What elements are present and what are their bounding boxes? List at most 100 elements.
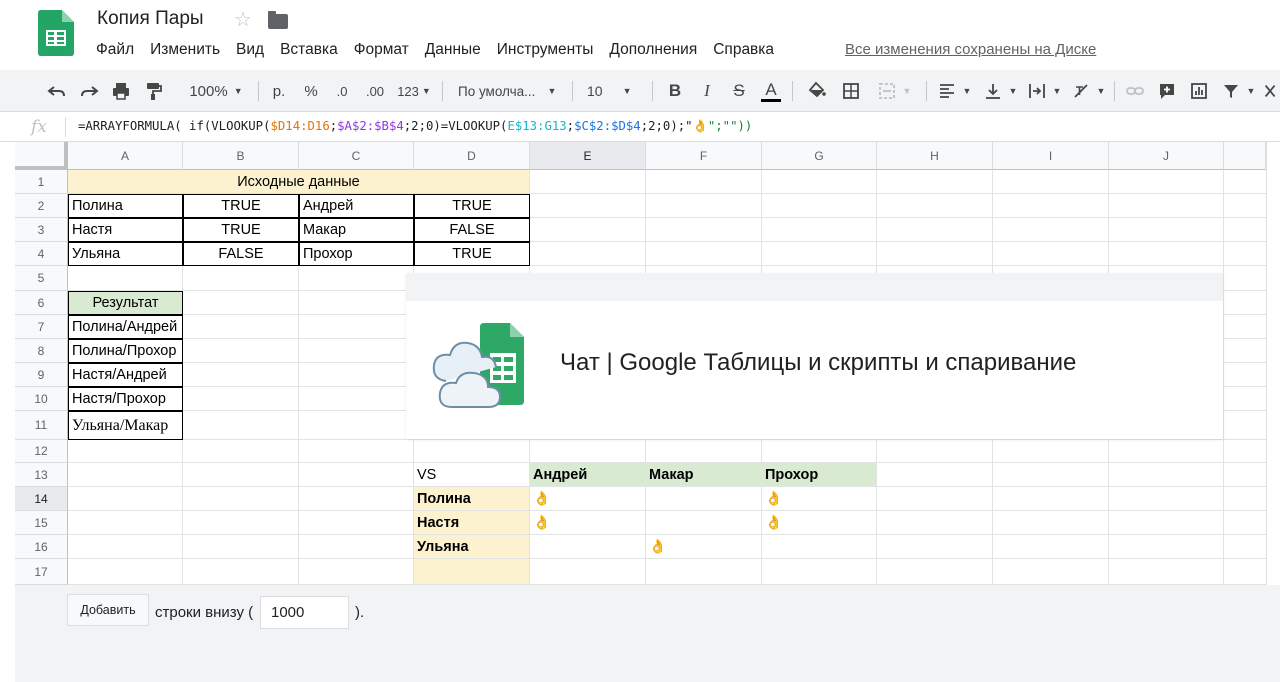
row-header-13[interactable]: 13 (15, 463, 68, 487)
grid-cell[interactable] (877, 194, 993, 218)
star-icon[interactable]: ☆ (234, 7, 252, 32)
grid-cell[interactable] (762, 440, 877, 463)
column-header-F[interactable]: F (646, 142, 762, 170)
row-header-3[interactable]: 3 (15, 218, 68, 242)
vs-value-cell[interactable] (762, 535, 877, 559)
grid-cell[interactable] (183, 411, 299, 440)
grid-cell[interactable] (183, 315, 299, 339)
folder-icon[interactable] (268, 11, 288, 29)
row-header-15[interactable]: 15 (15, 511, 68, 535)
grid-cell[interactable] (183, 387, 299, 411)
grid-cell[interactable] (877, 440, 993, 463)
grid-cell[interactable] (877, 170, 993, 194)
source-cell[interactable]: Прохор (299, 242, 414, 266)
vs-column-header[interactable]: Андрей (530, 463, 646, 487)
vs-row-header[interactable]: Полина (414, 487, 530, 511)
grid-cell[interactable] (299, 463, 414, 487)
grid-cell[interactable] (993, 559, 1109, 585)
grid-cell[interactable] (877, 511, 993, 535)
redo-icon[interactable] (76, 70, 102, 112)
sheets-logo-icon[interactable] (38, 10, 74, 56)
grid-cell[interactable] (530, 170, 646, 194)
grid-cell[interactable] (68, 511, 183, 535)
grid-cell[interactable] (1109, 170, 1224, 194)
source-header-cell[interactable]: Исходные данные (68, 170, 530, 194)
source-cell[interactable]: FALSE (183, 242, 299, 266)
source-cell[interactable]: TRUE (183, 194, 299, 218)
column-header-partial[interactable] (1224, 142, 1266, 170)
source-cell[interactable]: TRUE (183, 218, 299, 242)
menu-insert[interactable]: Вставка (272, 41, 346, 59)
grid-cell[interactable] (68, 440, 183, 463)
grid-cell[interactable] (1109, 218, 1224, 242)
vs-value-cell[interactable] (646, 511, 762, 535)
grid-cell[interactable] (68, 463, 183, 487)
row-header-12[interactable]: 12 (15, 440, 68, 463)
grid-cell[interactable] (68, 535, 183, 559)
vs-value-cell[interactable] (530, 535, 646, 559)
grid-cell[interactable] (993, 194, 1109, 218)
percent-format-button[interactable]: % (298, 70, 324, 112)
grid-cell[interactable] (530, 559, 646, 585)
grid-cell[interactable] (877, 242, 993, 266)
grid-cell[interactable] (993, 170, 1109, 194)
grid-cell[interactable] (762, 242, 877, 266)
grid-cell[interactable] (68, 559, 183, 585)
grid-cell[interactable] (183, 511, 299, 535)
column-header-J[interactable]: J (1109, 142, 1224, 170)
fill-color-icon[interactable] (804, 70, 830, 112)
menu-view[interactable]: Вид (228, 41, 272, 59)
grid-cell[interactable] (993, 487, 1109, 511)
bold-button[interactable]: B (662, 70, 688, 112)
text-color-button[interactable]: A (758, 70, 784, 112)
grid-cell[interactable] (762, 218, 877, 242)
italic-button[interactable]: I (694, 70, 720, 112)
vs-row-header[interactable]: Ульяна (414, 535, 530, 559)
horizontal-align-icon[interactable]: ▼ (934, 70, 974, 112)
grid-cell[interactable] (993, 242, 1109, 266)
row-header-16[interactable]: 16 (15, 535, 68, 559)
chat-preview-card[interactable]: Чат | Google Таблицы и скрипты и спарива… (406, 273, 1223, 439)
save-status-link[interactable]: Все изменения сохранены на Диске (845, 41, 1096, 58)
increase-decimal-button[interactable]: .00 (361, 70, 389, 112)
row-header-5[interactable]: 5 (15, 266, 68, 291)
column-header-C[interactable]: C (299, 142, 414, 170)
menu-tools[interactable]: Инструменты (489, 41, 602, 59)
grid-cell[interactable] (762, 559, 877, 585)
grid-cell[interactable] (183, 463, 299, 487)
grid-cell[interactable] (530, 194, 646, 218)
grid-cell[interactable] (1109, 440, 1224, 463)
grid-cell[interactable] (993, 535, 1109, 559)
grid-cell[interactable] (1109, 535, 1224, 559)
borders-icon[interactable] (838, 70, 864, 112)
result-cell[interactable]: Настя/Андрей (68, 363, 183, 387)
grid-cell[interactable] (299, 411, 414, 440)
formula-input[interactable]: =ARRAYFORMULA( if(VLOOKUP($D14:D16;$A$2:… (78, 119, 752, 134)
grid-cell[interactable] (877, 487, 993, 511)
grid-cell[interactable] (68, 266, 183, 291)
font-size-select[interactable]: 10 ▼ (580, 70, 646, 112)
row-header-14[interactable]: 14 (15, 487, 68, 511)
result-header-cell[interactable]: Результат (68, 291, 183, 315)
vs-value-cell[interactable]: 👌 (530, 511, 646, 535)
result-cell[interactable]: Полина/Прохор (68, 339, 183, 363)
source-cell[interactable]: TRUE (414, 242, 530, 266)
grid-cell[interactable] (183, 363, 299, 387)
menu-help[interactable]: Справка (705, 41, 782, 59)
merge-cells-icon[interactable]: ▼ (870, 70, 918, 112)
currency-format-button[interactable]: р. (266, 70, 292, 112)
vs-label-cell[interactable]: VS (414, 463, 530, 487)
vertical-align-icon[interactable]: ▼ (980, 70, 1020, 112)
row-header-6[interactable]: 6 (15, 291, 68, 315)
column-header-G[interactable]: G (762, 142, 877, 170)
source-cell[interactable]: TRUE (414, 194, 530, 218)
undo-icon[interactable] (44, 70, 70, 112)
grid-cell[interactable] (993, 218, 1109, 242)
grid-cell[interactable] (1109, 463, 1224, 487)
row-header-11[interactable]: 11 (15, 411, 68, 440)
text-wrap-icon[interactable]: ▼ (1024, 70, 1064, 112)
grid-cell[interactable] (1109, 559, 1224, 585)
grid-cell[interactable] (299, 266, 414, 291)
grid-cell[interactable] (1109, 242, 1224, 266)
chat-card-title[interactable]: Чат | Google Таблицы и скрипты и спарива… (560, 349, 1076, 377)
